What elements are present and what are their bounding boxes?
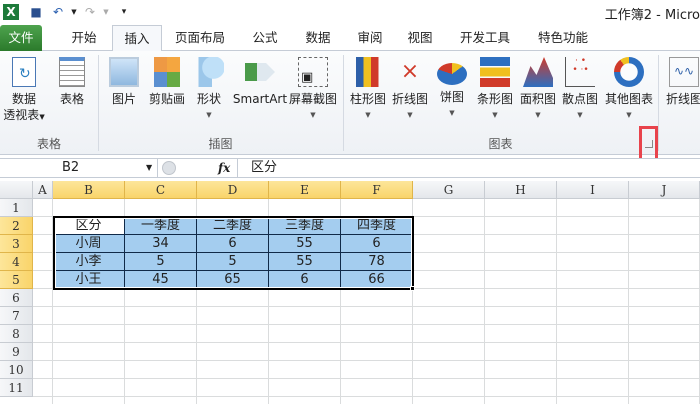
gridline — [556, 199, 557, 404]
area-chart-button[interactable]: 面积图 ▼ — [518, 57, 558, 123]
spreadsheet-grid[interactable]: A B C D E F G H I J 1 2 3 4 5 6 7 8 9 10 11 区分 一季度 二季度 三季度 四季度 小周 3… — [0, 181, 700, 404]
shapes-icon — [194, 57, 224, 87]
smartart-button[interactable]: SmartArt — [232, 57, 288, 107]
column-header-F[interactable]: F — [341, 181, 413, 199]
undo-dropdown-icon[interactable]: ▼ — [66, 4, 82, 20]
area-chart-icon — [523, 57, 553, 87]
row-header-3[interactable]: 3 — [0, 235, 33, 253]
save-icon[interactable]: ■ — [28, 4, 44, 20]
pivot-table-button[interactable]: ↻ 数据 透视表▼ — [2, 57, 46, 125]
table-icon — [59, 57, 85, 87]
selection-border — [53, 216, 414, 290]
tab-page-layout[interactable]: 页面布局 — [170, 25, 230, 51]
smartart-icon — [245, 63, 275, 81]
column-header-B[interactable]: B — [53, 181, 125, 199]
name-box-dropdown-icon[interactable]: ▼ — [146, 163, 152, 172]
column-header-D[interactable]: D — [197, 181, 269, 199]
gridline — [33, 360, 700, 361]
other-charts-button[interactable]: 其他图表 ▼ — [602, 57, 656, 123]
ribbon: ↻ 数据 透视表▼ 表格 图片 剪贴画 形状 ▼ SmartArt ▣ 屏幕截图 ▼… — [0, 51, 700, 155]
scatter-chart-button[interactable]: · • • ·• 散点图 ▼ — [560, 57, 600, 123]
gridline — [33, 378, 700, 379]
gridline — [33, 306, 700, 307]
gridline — [33, 342, 700, 343]
pie-chart-button[interactable]: 饼图 ▼ — [434, 57, 470, 121]
table-button[interactable]: 表格 — [52, 57, 92, 107]
column-chart-icon — [353, 57, 383, 87]
customize-quick-access-icon[interactable]: ▾ — [116, 4, 132, 20]
formula-input[interactable]: 区分 — [237, 159, 700, 177]
tab-insert[interactable]: 插入 — [112, 25, 162, 52]
row-header-10[interactable]: 10 — [0, 361, 33, 379]
column-header-G[interactable]: G — [413, 181, 485, 199]
row-header-5[interactable]: 5 — [0, 271, 33, 289]
column-header-J[interactable]: J — [629, 181, 700, 199]
column-header-A[interactable]: A — [33, 181, 53, 199]
row-header-11[interactable]: 11 — [0, 379, 33, 397]
window-title: 工作簿2 - Micro — [604, 8, 700, 23]
row-header-6[interactable]: 6 — [0, 289, 33, 307]
tab-developer[interactable]: 开发工具 — [450, 25, 520, 51]
column-header-C[interactable]: C — [125, 181, 197, 199]
tab-formulas[interactable]: 公式 — [243, 25, 287, 51]
shapes-button[interactable]: 形状 ▼ — [190, 57, 228, 123]
screenshot-button[interactable]: ▣ 屏幕截图 ▼ — [288, 57, 338, 123]
scatter-chart-icon: · • • ·• — [565, 57, 595, 87]
gridline — [484, 199, 485, 404]
select-all-button[interactable] — [0, 181, 33, 199]
tab-data[interactable]: 数据 — [296, 25, 340, 51]
tab-file[interactable]: 文件 — [0, 25, 42, 51]
row-header-7[interactable]: 7 — [0, 307, 33, 325]
pie-chart-icon — [437, 63, 467, 85]
tab-review[interactable]: 审阅 — [350, 25, 390, 51]
title-bar: X ■ ↶ ▼ ↷ ▼ ▾ 工作簿2 - Micro — [0, 0, 700, 25]
pivot-table-icon: ↻ — [12, 57, 36, 87]
gridline — [33, 396, 700, 397]
bar-chart-icon — [480, 57, 510, 87]
group-label-charts: 图表 — [488, 137, 513, 151]
row-header-8[interactable]: 8 — [0, 325, 33, 343]
picture-icon — [109, 57, 139, 87]
formula-bar: B2 ▼ fx 区分 — [0, 158, 700, 178]
fill-handle[interactable] — [410, 286, 415, 291]
group-label-tables: 表格 — [36, 137, 61, 151]
excel-logo-icon: X — [3, 4, 19, 20]
row-header-2[interactable]: 2 — [0, 217, 33, 235]
name-box[interactable]: B2 — [0, 159, 158, 177]
gridline — [33, 324, 700, 325]
line-chart-icon: ⨯ — [400, 59, 420, 84]
clip-art-button[interactable]: 剪贴画 — [146, 57, 188, 107]
doughnut-chart-icon — [614, 57, 644, 87]
formula-bar-splitter[interactable] — [162, 161, 176, 175]
clip-art-icon — [154, 57, 180, 87]
screenshot-icon: ▣ — [298, 57, 328, 87]
undo-icon[interactable]: ↶ — [50, 4, 66, 20]
picture-button[interactable]: 图片 — [104, 57, 144, 107]
column-chart-button[interactable]: 柱形图 ▼ — [348, 57, 388, 123]
tab-view[interactable]: 视图 — [398, 25, 442, 51]
tab-home[interactable]: 开始 — [60, 25, 108, 51]
row-header-4[interactable]: 4 — [0, 253, 33, 271]
redo-icon[interactable]: ↷ — [82, 4, 98, 20]
row-header-1[interactable]: 1 — [0, 199, 33, 217]
group-label-illustrations: 插图 — [208, 137, 233, 151]
sparkline-line-button[interactable]: ∿∿ 折线图 — [662, 57, 700, 107]
ribbon-tabs: 文件 开始 插入 页面布局 公式 数据 审阅 视图 开发工具 特色功能 — [0, 25, 700, 52]
gridline — [628, 199, 629, 404]
line-chart-button[interactable]: ⨯ 折线图 ▼ — [390, 57, 430, 123]
redo-dropdown-icon[interactable]: ▼ — [98, 4, 114, 20]
tab-special-features[interactable]: 特色功能 — [528, 25, 598, 51]
column-header-I[interactable]: I — [557, 181, 629, 199]
column-header-H[interactable]: H — [485, 181, 557, 199]
column-header-E[interactable]: E — [269, 181, 341, 199]
row-header-9[interactable]: 9 — [0, 343, 33, 361]
bar-chart-button[interactable]: 条形图 ▼ — [474, 57, 516, 123]
sparkline-icon: ∿∿ — [669, 57, 699, 87]
insert-function-icon[interactable]: fx — [218, 159, 230, 177]
